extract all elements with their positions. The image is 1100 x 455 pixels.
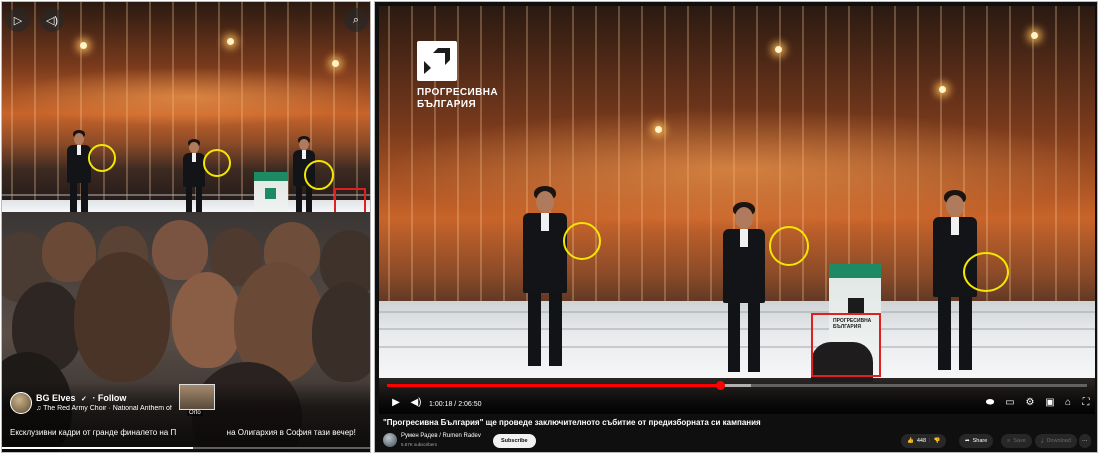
seek-bar[interactable] (387, 381, 1087, 390)
singer (180, 139, 208, 217)
username[interactable]: BG Elves (36, 393, 76, 403)
search-icon[interactable]: ⌕ (344, 8, 368, 32)
sparkle (227, 38, 234, 45)
cast-icon[interactable]: ⌂ (1061, 395, 1075, 409)
miniplayer-icon[interactable]: ▣ (1043, 395, 1057, 409)
download-label: Download (1046, 438, 1071, 444)
channel-avatar[interactable] (383, 433, 397, 447)
sparkle (80, 42, 87, 49)
highlight-circle (563, 222, 601, 260)
sparkle (332, 60, 339, 67)
reel-panel: ▷ ◁) ⌕ BG Elves ✓ · Follow ♫ The Red Arm… (1, 1, 371, 453)
reel-user-line: BG Elves ✓ · Follow (36, 393, 126, 403)
highlight-circle (88, 144, 116, 172)
sparkle (1031, 32, 1038, 39)
brand-logo: ПРОГРЕСИВНА БЪЛГАРИЯ (417, 41, 527, 111)
arrow-logo-icon (417, 41, 457, 81)
stage-glow (2, 66, 370, 127)
thumbs-up-icon: 👍 (907, 438, 914, 444)
verified-icon: ✓ (81, 396, 87, 403)
save-label: Save (1013, 438, 1026, 444)
seek-bar-played (387, 384, 721, 387)
autoplay-toggle-icon[interactable]: ⬬ (983, 395, 997, 409)
avatar[interactable] (10, 392, 32, 414)
download-button[interactable]: ⤓ Download (1035, 434, 1077, 448)
like-button[interactable]: 👍 448 | 👎 (901, 434, 947, 448)
podium (254, 172, 288, 216)
sparkle (655, 126, 662, 133)
time-display: 1:00:18 / 2:06:50 (429, 401, 482, 408)
sparkle (775, 46, 782, 53)
singer (64, 130, 94, 216)
reel-info-bar: BG Elves ✓ · Follow ♫ The Red Army Choir… (2, 382, 370, 452)
captions-icon[interactable]: ▭ (1003, 395, 1017, 409)
player-controls: ▶ ◀) 1:00:18 / 2:06:50 ⬬ ▭ ⚙ ▣ ⌂ ⛶ (379, 381, 1095, 414)
share-label: Share (972, 438, 988, 444)
reel-caption: Ексклузивни кадри от гранде финалето на … (10, 428, 356, 437)
singer (717, 202, 771, 372)
highlight-circle (203, 149, 231, 177)
singer (517, 186, 573, 366)
highlight-circle (963, 252, 1009, 292)
sparkle (939, 86, 946, 93)
share-button[interactable]: ➦ Share (959, 434, 994, 448)
caption-text: Ексклузивни кадри от гранде финалето на … (10, 428, 177, 437)
subscribe-button[interactable]: Subscribe (493, 434, 536, 448)
thumbnail-label: Orto (187, 410, 203, 416)
reel-progress-bar[interactable] (2, 447, 370, 449)
video-title: "Прогресивна България" ще проведе заключ… (383, 418, 761, 427)
volume-icon[interactable]: ◀) (409, 395, 423, 409)
channel-name[interactable]: Румен Радев / Rumen Radev (401, 433, 481, 439)
download-icon: ⤓ (1041, 437, 1044, 444)
youtube-panel: ПРОГРЕСИВНА БЪЛГАРИЯ ПРОГРЕСИВНА БЪЛГАРИ… (374, 1, 1098, 453)
reel-progress-fill (2, 447, 194, 449)
video-info: "Прогресивна България" ще проведе заключ… (375, 416, 1097, 452)
reel-stage: ▷ ◁) ⌕ (2, 2, 370, 217)
comparison-screenshot: ▷ ◁) ⌕ BG Elves ✓ · Follow ♫ The Red Arm… (0, 0, 1100, 455)
highlight-circle (769, 226, 809, 266)
thumbs-down-icon[interactable]: 👎 (933, 438, 940, 444)
play-icon[interactable]: ▶ (389, 395, 403, 409)
subscriber-count: 5.67K subscribers (401, 442, 438, 447)
fullscreen-icon[interactable]: ⛶ (1079, 395, 1093, 409)
highlight-box (811, 313, 881, 377)
video-thumbnail (179, 384, 215, 410)
like-count: 448 (916, 438, 927, 444)
follow-button[interactable]: · Follow (92, 393, 126, 403)
sound-icon[interactable]: ◁) (40, 8, 64, 32)
settings-icon[interactable]: ⚙ (1023, 395, 1037, 409)
highlight-circle (304, 160, 334, 190)
brand-text: ПРОГРЕСИВНА БЪЛГАРИЯ (417, 87, 498, 110)
save-button[interactable]: ≡ Save (1001, 434, 1032, 448)
save-icon: ≡ (1007, 438, 1011, 444)
seek-handle[interactable] (716, 381, 726, 390)
share-icon: ➦ (965, 438, 970, 444)
caption-text-tail: на Олигархия в София тази вечер! (226, 428, 356, 437)
video-player[interactable]: ПРОГРЕСИВНА БЪЛГАРИЯ ПРОГРЕСИВНА БЪЛГАРИ… (379, 6, 1095, 414)
more-button[interactable]: ··· (1079, 434, 1091, 448)
play-icon[interactable]: ▷ (6, 8, 30, 32)
